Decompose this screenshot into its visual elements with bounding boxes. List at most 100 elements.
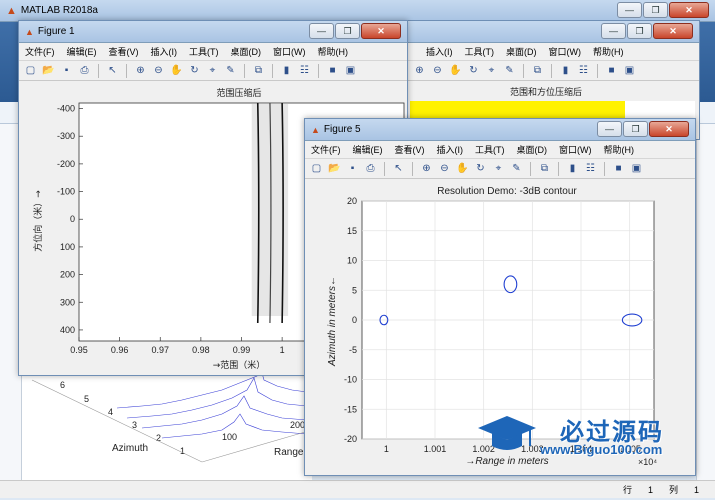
hide-tools-icon[interactable]: ■	[604, 64, 619, 78]
figure5-chart-title: Resolution Demo: -3dB contour	[437, 186, 577, 197]
open-file-icon[interactable]: 📂	[41, 64, 56, 78]
figure5-maximize-button[interactable]: ❐	[623, 121, 648, 137]
zoom-in-icon[interactable]: ⊕	[133, 64, 148, 78]
figure1-maximize-button[interactable]: ❐	[335, 23, 360, 39]
figure-back-toolbar: ⊕ ⊖ ✋ ↻ ⌖ ✎ ⧉ ▮ ☷ ■ ▣	[396, 61, 699, 81]
graduation-cap-svg	[478, 416, 536, 450]
watermark-url: www.Biguo100.com	[540, 442, 663, 457]
figure-back-titlebar: — ❐ ✕	[396, 21, 699, 43]
brush-icon[interactable]: ✎	[509, 162, 524, 176]
figure1-minimize-button[interactable]: —	[309, 23, 334, 39]
save-icon[interactable]: ▪	[345, 162, 360, 176]
figure-back-menubar: 插入(I) 工具(T) 桌面(D) 窗口(W) 帮助(H)	[396, 43, 699, 61]
data-cursor-icon[interactable]: ⌖	[205, 64, 220, 78]
zoom-out-icon[interactable]: ⊖	[437, 162, 452, 176]
legend-icon[interactable]: ☷	[576, 64, 591, 78]
figure-back-menu-desktop[interactable]: 桌面(D)	[506, 45, 537, 58]
zoom-out-icon[interactable]: ⊖	[430, 64, 445, 78]
figure5-titlebar: ▲ Figure 5 — ❐ ✕	[305, 119, 695, 141]
figure1-menu-edit[interactable]: 编辑(E)	[67, 45, 97, 58]
print-icon[interactable]: ⎙	[363, 162, 378, 176]
figure5-close-button[interactable]: ✕	[649, 121, 689, 137]
figure1-menu-desktop[interactable]: 桌面(D)	[231, 45, 262, 58]
figure1-titlebar: ▲ Figure 1 — ❐ ✕	[19, 21, 407, 43]
figure1-menu-file[interactable]: 文件(F)	[25, 45, 55, 58]
figure-back-menu-tools[interactable]: 工具(T)	[465, 45, 495, 58]
dock-icon[interactable]: ▣	[629, 162, 644, 176]
main-close-button[interactable]: ✕	[669, 2, 709, 18]
az-tick-1: 1	[180, 446, 185, 456]
zoom-in-icon[interactable]: ⊕	[412, 64, 427, 78]
zoom-out-icon[interactable]: ⊖	[151, 64, 166, 78]
figure-icon: ▲	[311, 124, 320, 135]
pan-icon[interactable]: ✋	[169, 64, 184, 78]
background-3d-plot: 6 5 4 3 2 1 100 200 Azimuth Range	[22, 364, 313, 480]
figure-back-menu-window[interactable]: 窗口(W)	[549, 45, 582, 58]
figure1-menu-window[interactable]: 窗口(W)	[273, 45, 306, 58]
rotate-icon[interactable]: ↻	[466, 64, 481, 78]
figure5-y-tick-label: 5	[352, 285, 357, 295]
watermark: 必过源码 www.Biguo100.com	[478, 408, 698, 468]
zoom-in-icon[interactable]: ⊕	[419, 162, 434, 176]
hide-tools-icon[interactable]: ■	[611, 162, 626, 176]
open-file-icon[interactable]: 📂	[327, 162, 342, 176]
edit-plot-icon[interactable]: ↖	[391, 162, 406, 176]
figure1-close-button[interactable]: ✕	[361, 23, 401, 39]
edit-plot-icon[interactable]: ↖	[105, 64, 120, 78]
link-icon[interactable]: ⧉	[537, 162, 552, 176]
figure1-xlabel: →范围（米）	[213, 359, 266, 371]
dock-icon[interactable]: ▣	[622, 64, 637, 78]
brush-icon[interactable]: ✎	[223, 64, 238, 78]
print-icon[interactable]: ⎙	[77, 64, 92, 78]
legend-icon[interactable]: ☷	[297, 64, 312, 78]
figure5-menu-window[interactable]: 窗口(W)	[559, 143, 592, 156]
colorbar-icon[interactable]: ▮	[558, 64, 573, 78]
figure1-menu-insert[interactable]: 插入(I)	[151, 45, 178, 58]
rotate-icon[interactable]: ↻	[187, 64, 202, 78]
colorbar-icon[interactable]: ▮	[279, 64, 294, 78]
figure5-menu-insert[interactable]: 插入(I)	[437, 143, 464, 156]
figure5-menu-file[interactable]: 文件(F)	[311, 143, 341, 156]
rotate-icon[interactable]: ↻	[473, 162, 488, 176]
figure-back-close-button[interactable]: ✕	[653, 23, 693, 39]
figure1-x-tick-label: 0.98	[192, 345, 210, 355]
new-figure-icon[interactable]: ▢	[309, 162, 324, 176]
main-titlebar: ▲ MATLAB R2018a — ❐ ✕	[0, 0, 715, 22]
figure1-menu-tools[interactable]: 工具(T)	[189, 45, 219, 58]
colorbar-icon[interactable]: ▮	[565, 162, 580, 176]
legend-icon[interactable]: ☷	[583, 162, 598, 176]
new-figure-icon[interactable]: ▢	[23, 64, 38, 78]
figure-back-minimize-button[interactable]: —	[601, 23, 626, 39]
figure-back-menu-insert[interactable]: 插入(I)	[426, 45, 453, 58]
figure5-menu-desktop[interactable]: 桌面(D)	[517, 143, 548, 156]
figure1-menu-help[interactable]: 帮助(H)	[318, 45, 349, 58]
pan-icon[interactable]: ✋	[455, 162, 470, 176]
link-icon[interactable]: ⧉	[251, 64, 266, 78]
figure5-menu-help[interactable]: 帮助(H)	[604, 143, 635, 156]
figure5-y-tick-label: 10	[347, 256, 357, 266]
figure5-menu-view[interactable]: 查看(V)	[395, 143, 425, 156]
data-cursor-icon[interactable]: ⌖	[484, 64, 499, 78]
figure-back-menu-help[interactable]: 帮助(H)	[593, 45, 624, 58]
pan-icon[interactable]: ✋	[448, 64, 463, 78]
status-col-label: 列	[668, 485, 678, 495]
figure1-y-tick-label: 200	[60, 270, 75, 280]
link-icon[interactable]: ⧉	[530, 64, 545, 78]
hide-tools-icon[interactable]: ■	[325, 64, 340, 78]
save-icon[interactable]: ▪	[59, 64, 74, 78]
figure-back-maximize-button[interactable]: ❐	[627, 23, 652, 39]
mesh-waterfall	[116, 364, 308, 439]
brush-icon[interactable]: ✎	[502, 64, 517, 78]
main-minimize-button[interactable]: —	[617, 2, 642, 18]
figure1-y-tick-label: -100	[57, 187, 75, 197]
range-axis-label: Range	[274, 447, 304, 458]
main-maximize-button[interactable]: ❐	[643, 2, 668, 18]
figure1-menu-view[interactable]: 查看(V)	[109, 45, 139, 58]
data-cursor-icon[interactable]: ⌖	[491, 162, 506, 176]
dock-icon[interactable]: ▣	[343, 64, 358, 78]
figure5-menu-edit[interactable]: 编辑(E)	[353, 143, 383, 156]
azimuth-axis-label: Azimuth	[112, 443, 148, 454]
figure1-heatmap-band	[251, 102, 289, 324]
figure5-minimize-button[interactable]: —	[597, 121, 622, 137]
figure5-menu-tools[interactable]: 工具(T)	[475, 143, 505, 156]
